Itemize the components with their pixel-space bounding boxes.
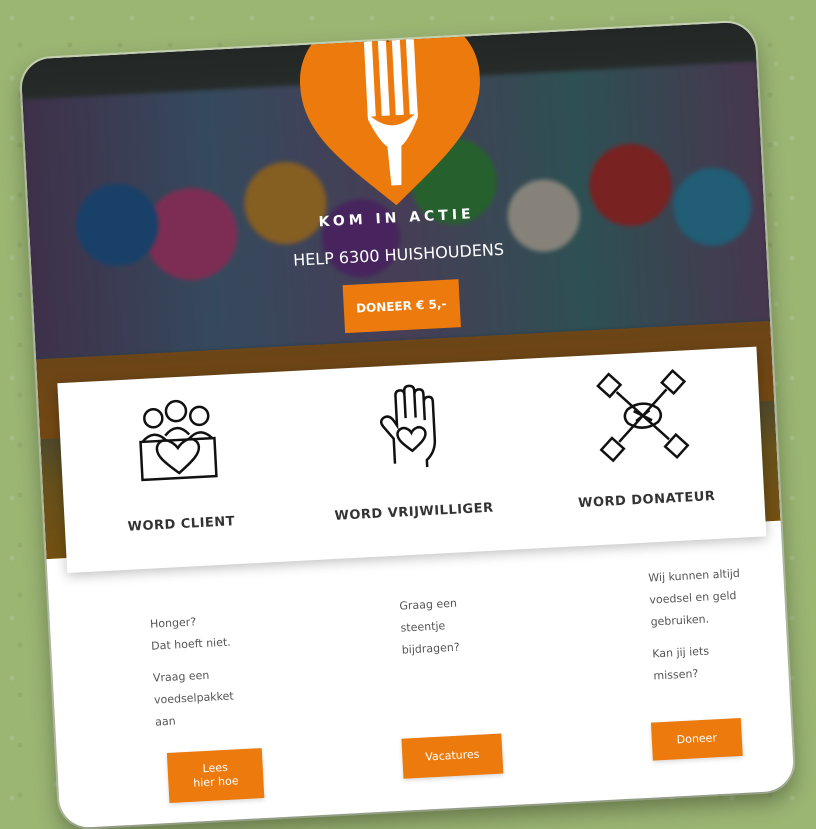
info-donateur-text-2: Kan jij iets missen? — [651, 644, 710, 683]
action-word-client[interactable]: WORD CLIENT — [57, 371, 300, 573]
info-donateur: Wij kunnen altijd voedsel en geld gebrui… — [648, 561, 775, 697]
donate-5-button[interactable]: DONEER € 5,- — [342, 279, 461, 334]
hand-heart-icon — [362, 381, 457, 476]
action-panel: WORD CLIENT WORD VRIJWILLIGER WORD DONAT… — [57, 346, 767, 574]
info-vrijwilliger-text-1: Graag een steentje bijdragen? — [399, 596, 460, 657]
people-heart-box-icon — [130, 393, 225, 488]
lees-hier-hoe-button[interactable]: Lees hier hoe — [166, 748, 265, 803]
info-client-text-3: Vraag een voedselpakket aan — [152, 668, 234, 729]
action-word-vrijwilliger-label: WORD VRIJWILLIGER — [334, 500, 494, 524]
hands-stacked-icon — [595, 368, 690, 463]
info-vrijwilliger: Graag een steentje bijdragen? — [399, 591, 493, 672]
action-word-client-label: WORD CLIENT — [127, 514, 236, 535]
info-donateur-text-1: Wij kunnen altijd voedsel en geld gebrui… — [648, 566, 741, 629]
action-word-donateur[interactable]: WORD DONATEUR — [523, 347, 766, 549]
action-word-vrijwilliger[interactable]: WORD VRIJWILLIGER — [290, 359, 533, 561]
action-word-donateur-label: WORD DONATEUR — [577, 488, 716, 512]
heart-fork-logo — [296, 21, 486, 215]
screenshot-card: KOM IN ACTIE HELP 6300 HUISHOUDENS DONEE… — [20, 21, 795, 829]
info-client: Honger? Dat hoeft niet. Vraag een voedse… — [150, 603, 357, 743]
vacatures-button[interactable]: Vacatures — [401, 733, 504, 779]
doneer-button[interactable]: Doneer — [650, 717, 743, 761]
lees-hier-hoe-label: Lees hier hoe — [192, 760, 239, 790]
